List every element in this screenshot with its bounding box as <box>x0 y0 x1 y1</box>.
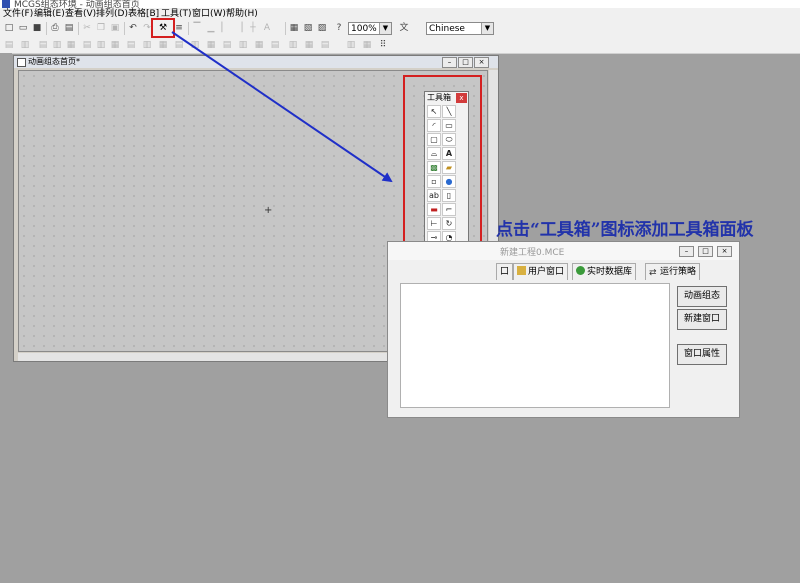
annotation-arrow <box>171 31 393 183</box>
